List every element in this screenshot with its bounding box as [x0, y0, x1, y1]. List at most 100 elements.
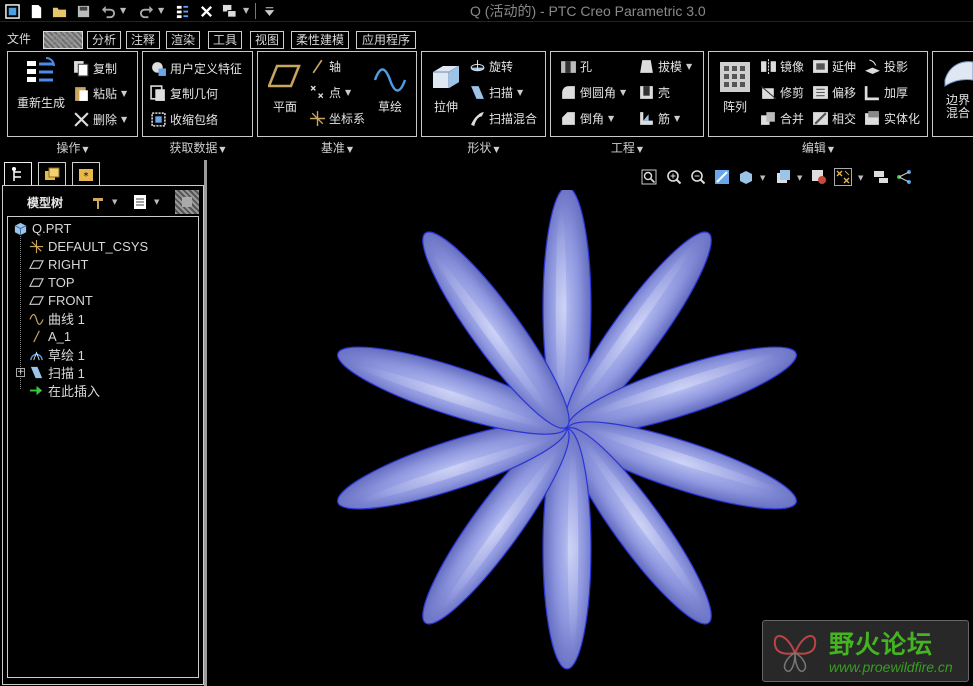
- boundary-blend-button[interactable]: 边界 混合: [937, 56, 973, 120]
- chamfer-button[interactable]: 倒角 ▼: [559, 109, 614, 127]
- delete-button[interactable]: 删除 ▼: [72, 110, 127, 128]
- tree-item-axis[interactable]: A_1: [28, 327, 71, 345]
- undo-icon[interactable]: [99, 2, 117, 20]
- paste-dropdown-icon[interactable]: ▼: [121, 89, 127, 98]
- open-icon[interactable]: [50, 2, 68, 20]
- show-icon[interactable]: [131, 193, 149, 211]
- group-label-engineering[interactable]: 工程 ▼: [550, 139, 704, 155]
- app-icon[interactable]: [3, 2, 21, 20]
- view-manager-icon[interactable]: [810, 168, 828, 186]
- solidify-button[interactable]: 实体化: [863, 109, 920, 127]
- tab-render[interactable]: 渲染: [166, 31, 200, 49]
- flower-model[interactable]: [207, 186, 973, 686]
- rib-dropdown-icon[interactable]: ▼: [674, 114, 680, 123]
- zoom-out-icon[interactable]: [689, 168, 707, 186]
- offset-button[interactable]: 偏移: [811, 83, 856, 101]
- regenerate-icon[interactable]: [173, 2, 191, 20]
- mirror-button[interactable]: 镜像: [759, 57, 804, 75]
- hole-button[interactable]: 孔: [559, 57, 592, 75]
- tree-item-default-csys[interactable]: DEFAULT_CSYS: [28, 237, 148, 255]
- graphics-area[interactable]: [207, 186, 973, 686]
- revolve-button[interactable]: 旋转: [468, 57, 513, 75]
- tree-item-right-plane[interactable]: RIGHT: [28, 255, 88, 273]
- extend-button[interactable]: 延伸: [811, 57, 856, 75]
- group-label-shapes[interactable]: 形状 ▼: [421, 139, 546, 155]
- customize-icon[interactable]: [260, 2, 278, 20]
- display-style-dropdown-icon[interactable]: ▼: [760, 174, 765, 182]
- merge-button[interactable]: 合并: [759, 109, 804, 127]
- udf-button[interactable]: 用户定义特征: [149, 59, 242, 77]
- shrinkwrap-button[interactable]: 收缩包络: [149, 110, 218, 128]
- repaint-icon[interactable]: [713, 168, 731, 186]
- tab-annotate[interactable]: 注释: [126, 31, 160, 49]
- new-file-icon[interactable]: [27, 2, 45, 20]
- tree-item-part[interactable]: Q.PRT: [12, 219, 72, 237]
- swept-blend-button[interactable]: 扫描混合: [468, 109, 537, 127]
- group-label-operations[interactable]: 操作 ▼: [7, 139, 138, 155]
- tab-analysis[interactable]: 分析: [87, 31, 121, 49]
- show-dropdown-icon[interactable]: ▼: [154, 198, 159, 206]
- group-label-editing[interactable]: 编辑 ▼: [708, 139, 928, 155]
- switch-windows-icon[interactable]: [220, 2, 238, 20]
- draft-button[interactable]: 拔模 ▼: [637, 57, 692, 75]
- display-style-icon[interactable]: [737, 168, 755, 186]
- trim-button[interactable]: 修剪: [759, 83, 804, 101]
- group-label-get-data[interactable]: 获取数据 ▼: [142, 139, 253, 155]
- datum-display-icon[interactable]: [834, 168, 852, 186]
- settings-icon[interactable]: [89, 193, 107, 211]
- point-button[interactable]: 点 ▼: [308, 83, 351, 101]
- tab-tools[interactable]: 工具: [208, 31, 242, 49]
- undo-dropdown-icon[interactable]: ▼: [120, 6, 127, 16]
- tab-file[interactable]: 文件: [4, 31, 34, 49]
- expand-toggle[interactable]: +: [16, 368, 25, 377]
- saved-views-dropdown-icon[interactable]: ▼: [797, 174, 802, 182]
- settings-dropdown-icon[interactable]: ▼: [112, 198, 117, 206]
- tab-favorites[interactable]: *: [72, 162, 100, 186]
- tree-item-front-plane[interactable]: FRONT: [28, 291, 93, 309]
- tab-view[interactable]: 视图: [250, 31, 284, 49]
- round-button[interactable]: 倒圆角 ▼: [559, 83, 626, 101]
- tab-flexible-modeling[interactable]: 柔性建模: [291, 31, 349, 49]
- shell-button[interactable]: 壳: [637, 83, 670, 101]
- saved-views-icon[interactable]: [774, 168, 792, 186]
- rib-button[interactable]: 筋 ▼: [637, 109, 680, 127]
- project-button[interactable]: 投影: [863, 57, 908, 75]
- chamfer-dropdown-icon[interactable]: ▼: [608, 114, 614, 123]
- tab-model[interactable]: 模型: [43, 31, 83, 49]
- tab-model-tree[interactable]: [4, 162, 32, 186]
- tab-folder-browser[interactable]: [38, 162, 66, 186]
- thicken-button[interactable]: 加厚: [863, 83, 908, 101]
- tree-item-top-plane[interactable]: TOP: [28, 273, 75, 291]
- paste-button[interactable]: 粘贴 ▼: [72, 84, 127, 102]
- regenerate-button[interactable]: 重新生成: [14, 56, 68, 111]
- pattern-button[interactable]: 阵列: [715, 60, 755, 115]
- group-label-datum[interactable]: 基准 ▼: [257, 139, 417, 155]
- plane-button[interactable]: 平面: [264, 60, 306, 115]
- intersect-button[interactable]: 相交: [811, 109, 856, 127]
- save-icon[interactable]: [74, 2, 92, 20]
- round-dropdown-icon[interactable]: ▼: [620, 88, 626, 97]
- close-window-icon[interactable]: [197, 2, 215, 20]
- tree-item-curve[interactable]: 曲线 1: [28, 309, 85, 327]
- copy-geometry-button[interactable]: 复制几何: [149, 84, 218, 102]
- csys-button[interactable]: 坐标系: [308, 109, 365, 127]
- redo-dropdown-icon[interactable]: ▼: [158, 6, 165, 16]
- sweep-button[interactable]: 扫描 ▼: [468, 83, 523, 101]
- annotation-display-icon[interactable]: [872, 168, 890, 186]
- datum-display-dropdown-icon[interactable]: ▼: [858, 174, 863, 182]
- sketch-button[interactable]: 草绘: [370, 60, 410, 115]
- refit-icon[interactable]: [640, 168, 658, 186]
- windows-dropdown-icon[interactable]: ▼: [243, 6, 250, 16]
- tree-item-insert-here[interactable]: 在此插入: [28, 381, 100, 399]
- zoom-in-icon[interactable]: [665, 168, 683, 186]
- point-dropdown-icon[interactable]: ▼: [345, 88, 351, 97]
- redo-icon[interactable]: [137, 2, 155, 20]
- tree-filter-icon[interactable]: [175, 190, 199, 214]
- tab-applications[interactable]: 应用程序: [356, 31, 416, 49]
- sweep-dropdown-icon[interactable]: ▼: [517, 88, 523, 97]
- tree-item-sweep[interactable]: 扫描 1: [28, 363, 85, 381]
- copy-button[interactable]: 复制: [72, 59, 117, 77]
- extrude-button[interactable]: 拉伸: [426, 60, 466, 115]
- draft-dropdown-icon[interactable]: ▼: [686, 62, 692, 71]
- axis-button[interactable]: 轴: [308, 57, 341, 75]
